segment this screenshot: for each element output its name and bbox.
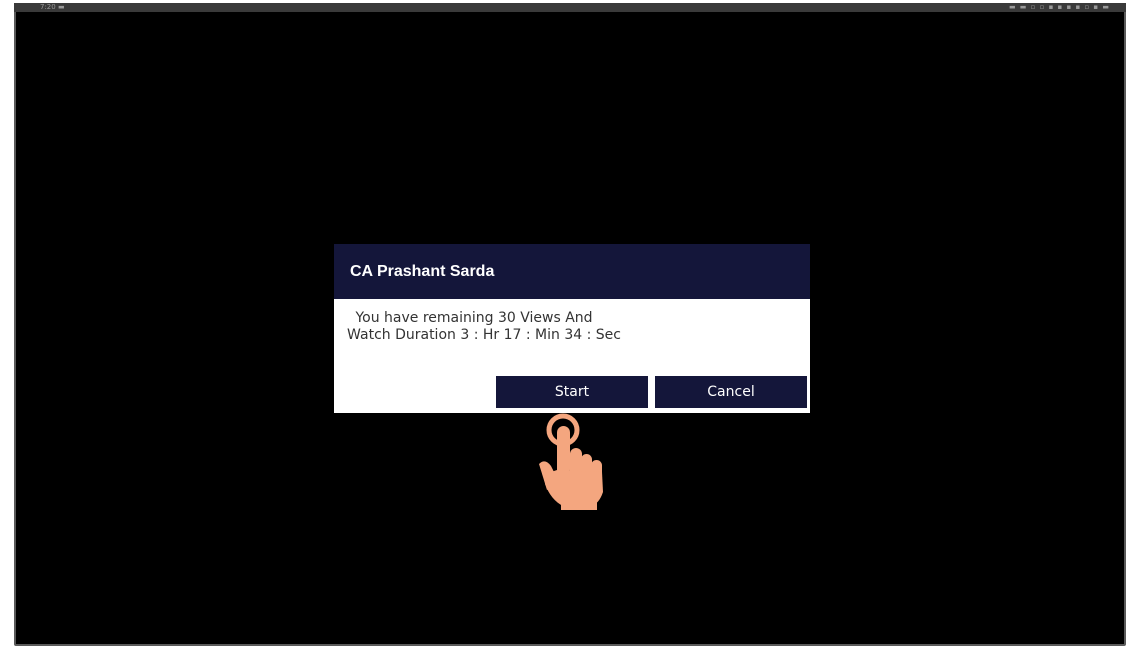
views-remaining-dialog: CA Prashant Sarda You have remaining 30 … [334, 244, 810, 413]
dialog-message: You have remaining 30 Views And Watch Du… [334, 310, 634, 344]
dialog-message-line1: You have remaining 30 Views And [355, 310, 593, 326]
dialog-header: CA Prashant Sarda [334, 244, 810, 299]
dialog-title: CA Prashant Sarda [350, 262, 495, 280]
start-button[interactable]: Start [496, 376, 648, 408]
cancel-button[interactable]: Cancel [655, 376, 807, 408]
status-icons: ▬ ▬ ▫ ▫ ▪ ▪ ▪ ▪ ▫ ▪ ▬ [1008, 3, 1110, 11]
status-time: 7:20 ▬ [40, 3, 65, 11]
status-bar: 7:20 ▬ ▬ ▬ ▫ ▫ ▪ ▪ ▪ ▪ ▫ ▪ ▬ [14, 3, 1126, 12]
dialog-message-line2: Watch Duration 3 : Hr 17 : Min 34 : Sec [347, 327, 621, 343]
tap-hand-icon [533, 408, 611, 512]
